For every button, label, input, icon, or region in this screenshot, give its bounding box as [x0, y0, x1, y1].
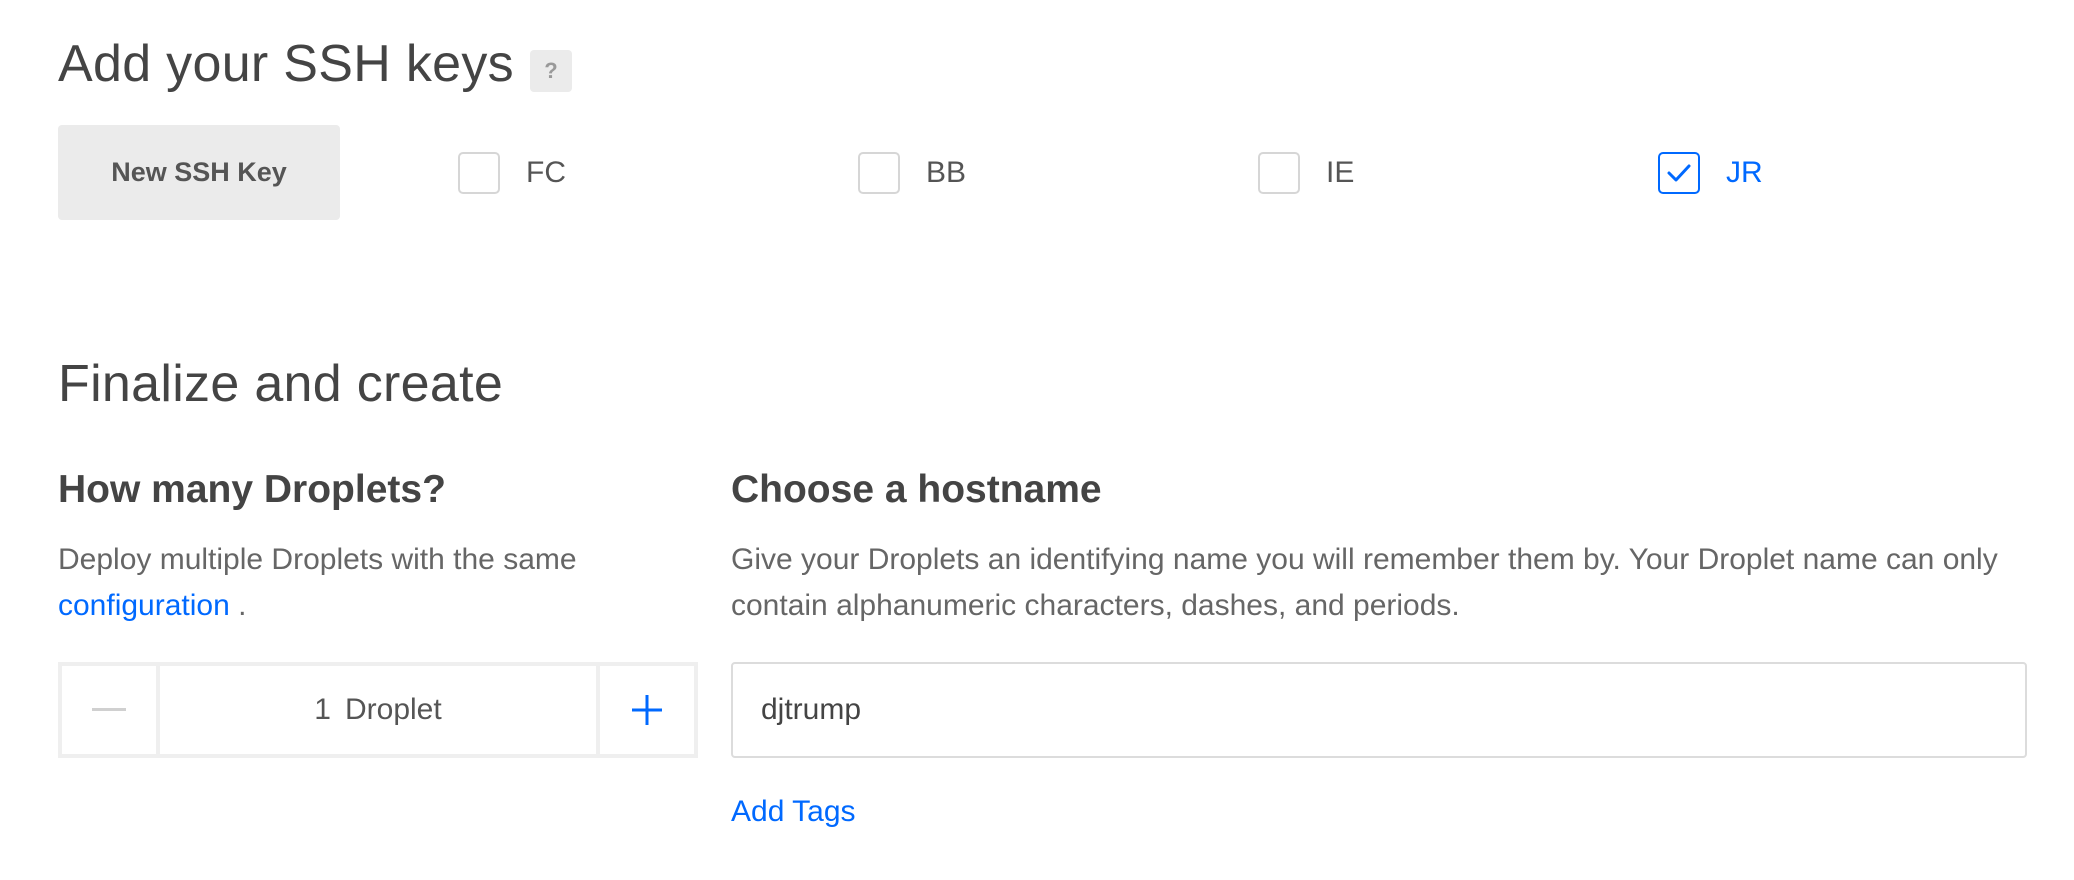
checkmark-icon: [1667, 164, 1691, 182]
description-period: .: [238, 589, 247, 622]
droplet-count-description-text: Deploy multiple Droplets with the same: [58, 543, 577, 576]
ssh-key-checkbox[interactable]: [1658, 152, 1700, 194]
droplet-count-display: 1 Droplet: [160, 666, 596, 754]
droplet-count-description: Deploy multiple Droplets with the same c…: [58, 537, 698, 629]
droplet-count-value: 1: [314, 693, 331, 726]
plus-icon: [632, 695, 662, 725]
minus-icon: [92, 708, 126, 711]
ssh-key-option-fc[interactable]: FC: [458, 150, 566, 196]
configuration-link[interactable]: configuration: [58, 589, 230, 622]
droplet-quantity-stepper: 1 Droplet: [58, 662, 698, 758]
hostname-input[interactable]: [731, 662, 2027, 758]
ssh-keys-title: Add your SSH keys: [58, 35, 514, 93]
ssh-key-option-jr[interactable]: JR: [1658, 150, 1763, 196]
droplet-count-unit: Droplet: [344, 693, 442, 726]
ssh-key-checkbox[interactable]: [1258, 152, 1300, 194]
droplet-count-heading: How many Droplets?: [58, 468, 446, 511]
ssh-key-option-bb[interactable]: BB: [858, 150, 966, 196]
hostname-heading: Choose a hostname: [731, 468, 1102, 511]
ssh-key-label: FC: [526, 156, 566, 189]
finalize-title: Finalize and create: [58, 355, 504, 413]
ssh-key-checkbox[interactable]: [458, 152, 500, 194]
ssh-key-label: JR: [1726, 156, 1763, 189]
increment-button[interactable]: [596, 666, 694, 754]
hostname-description: Give your Droplets an identifying name y…: [731, 543, 1998, 622]
ssh-key-checkbox[interactable]: [858, 152, 900, 194]
ssh-key-label: BB: [926, 156, 967, 189]
ssh-key-label: IE: [1326, 156, 1355, 189]
add-tags-link[interactable]: Add Tags: [731, 795, 856, 829]
help-icon[interactable]: ?: [530, 50, 572, 92]
new-ssh-key-button[interactable]: New SSH Key: [58, 125, 340, 220]
ssh-key-option-ie[interactable]: IE: [1258, 150, 1354, 196]
decrement-button[interactable]: [62, 666, 160, 754]
